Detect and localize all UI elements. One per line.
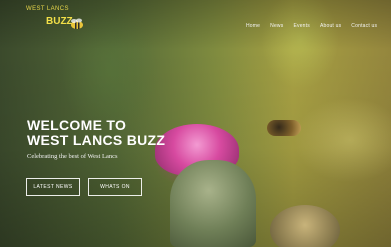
hero-subtitle: Celebrating the best of West Lancs xyxy=(27,153,118,160)
site-logo[interactable]: WEST LANCS BUZZ xyxy=(22,6,97,40)
nav-item-home[interactable]: Home xyxy=(246,23,260,33)
hero-title: WELCOME TO WEST LANCS BUZZ xyxy=(27,118,187,148)
page: WEST LANCS BUZZ Home News Events About u… xyxy=(0,0,391,247)
hero-title-line1: WELCOME TO xyxy=(27,117,127,133)
thistle-bud-image-right xyxy=(270,205,340,247)
bee-icon xyxy=(71,18,83,29)
main-nav: Home News Events About us Contact us xyxy=(246,23,377,33)
whats-on-button-label: WHATS ON xyxy=(100,184,130,190)
thistle-bud-image xyxy=(170,160,256,247)
nav-item-events[interactable]: Events xyxy=(293,23,310,33)
logo-west-lancs: WEST LANCS xyxy=(26,6,69,12)
latest-news-button[interactable]: LATEST NEWS xyxy=(26,178,80,196)
bee-image xyxy=(267,120,301,136)
nav-item-about-us[interactable]: About us xyxy=(320,23,341,33)
hero-title-line2: WEST LANCS BUZZ xyxy=(27,132,166,148)
nav-item-contact-us[interactable]: Contact us xyxy=(351,23,377,33)
latest-news-button-label: LATEST NEWS xyxy=(33,184,73,190)
whats-on-button[interactable]: WHATS ON xyxy=(88,178,142,196)
nav-item-news[interactable]: News xyxy=(270,23,283,33)
